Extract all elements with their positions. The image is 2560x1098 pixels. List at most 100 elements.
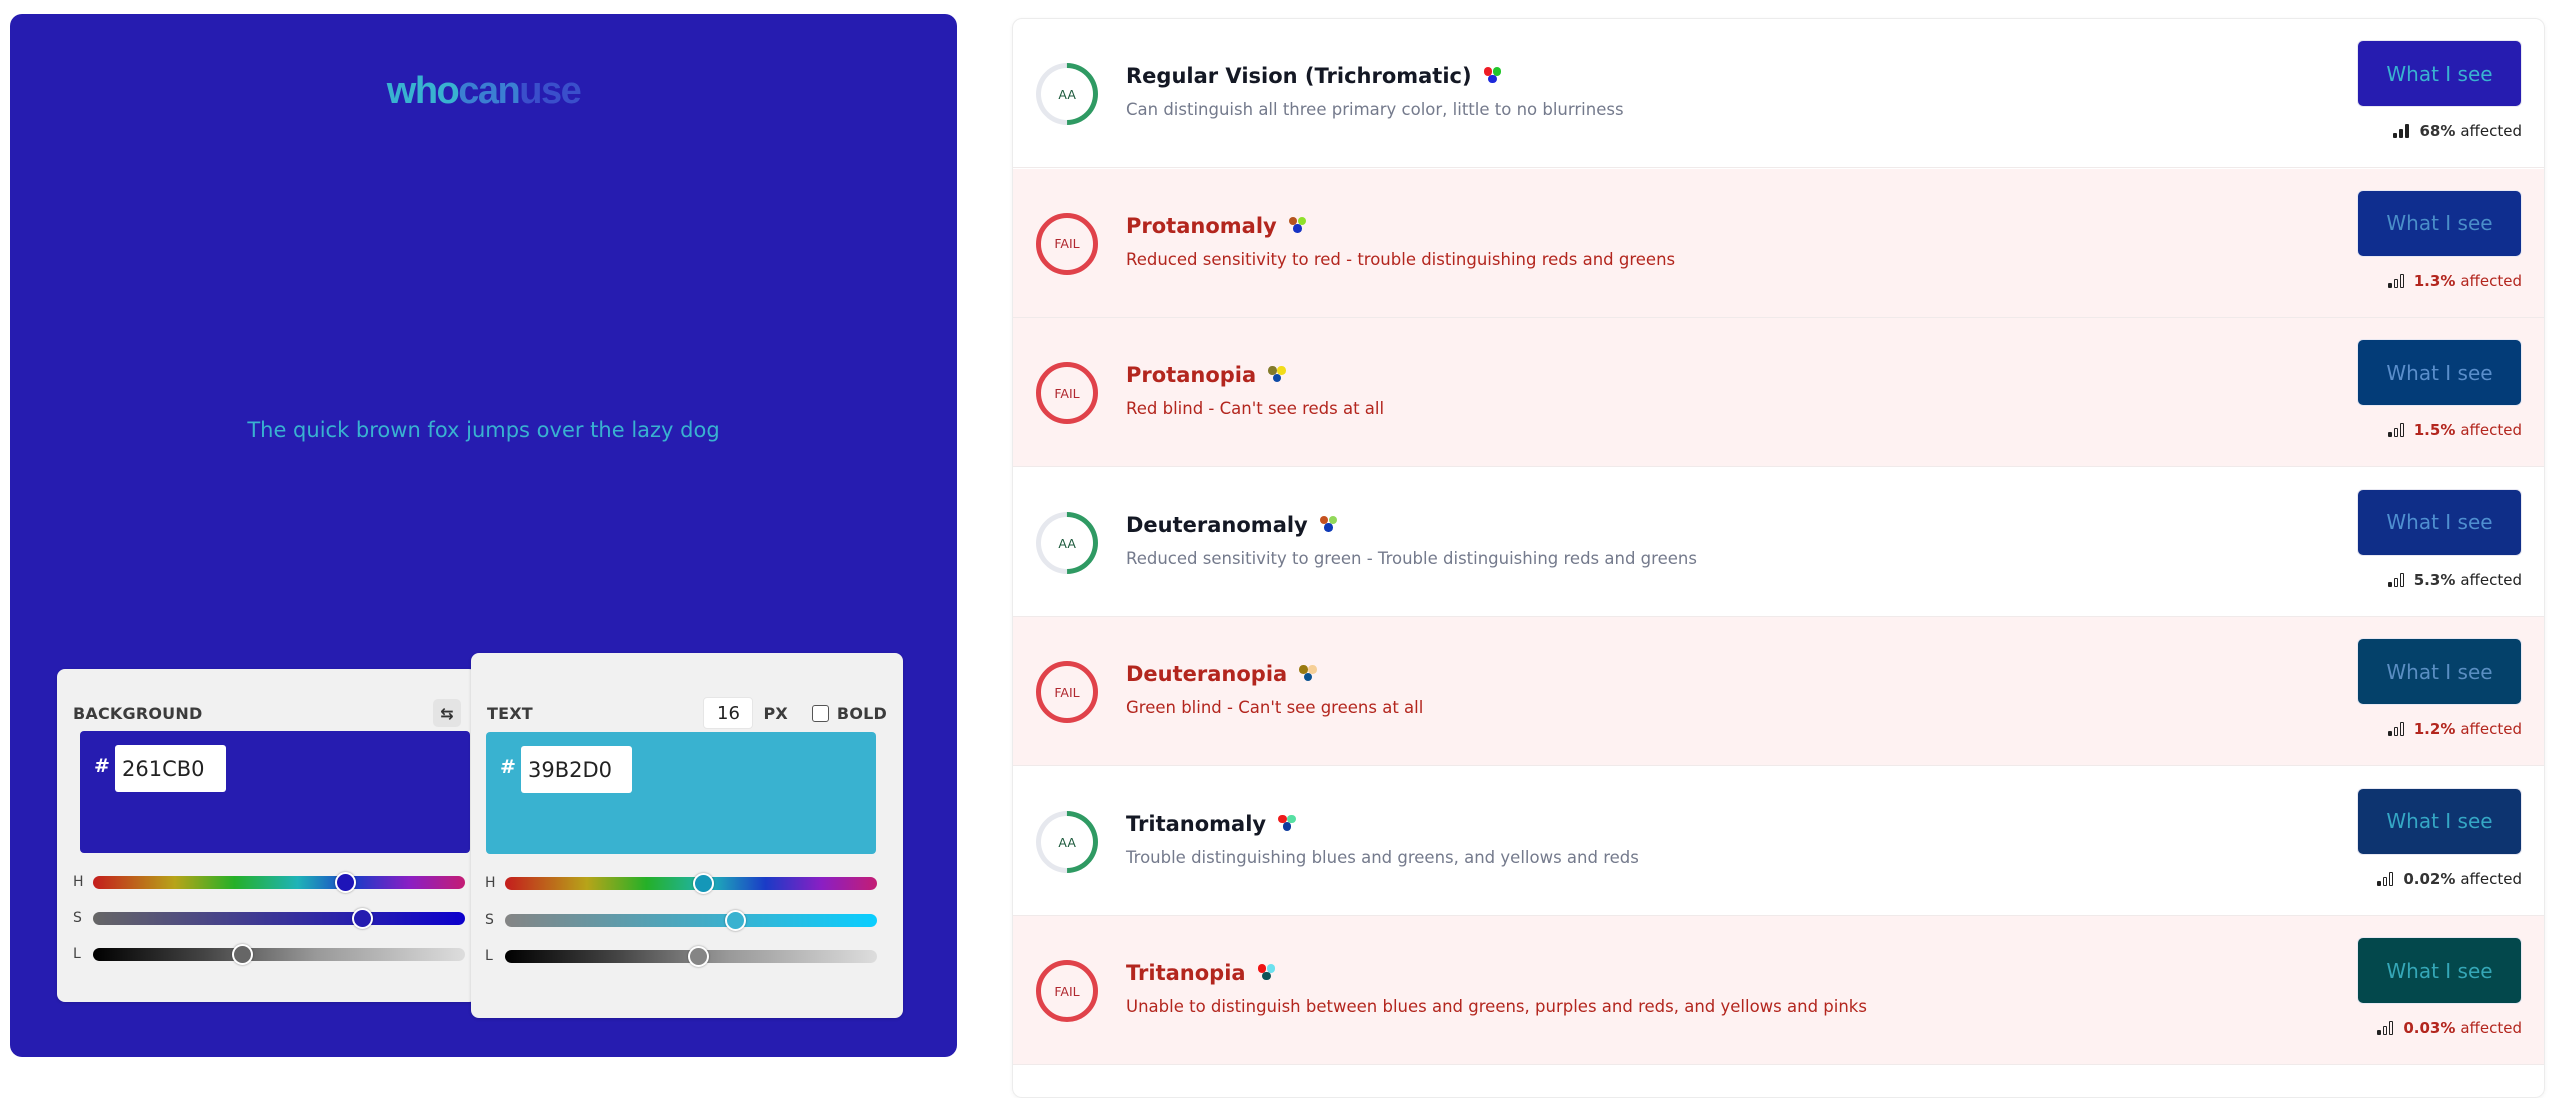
affected-stat: 5.3% affected	[2387, 570, 2522, 589]
affected-label: affected	[2460, 570, 2522, 589]
bold-label: BOLD	[836, 703, 887, 723]
what-i-see-button[interactable]: What I see	[2357, 339, 2522, 406]
color-dots-icon	[1268, 365, 1288, 385]
text-label: TEXT	[487, 703, 533, 723]
text-hue-slider[interactable]: H	[485, 872, 877, 894]
background-label: BACKGROUND	[73, 703, 203, 723]
affected-label: affected	[2460, 421, 2522, 439]
lightness-track[interactable]	[505, 945, 877, 967]
text-swatch: #	[486, 732, 876, 854]
logo-part-who: who	[386, 70, 460, 112]
hue-track[interactable]	[505, 872, 877, 894]
vision-type-name: Protanomaly	[1126, 213, 1277, 238]
affected-stat: 0.02% affected	[2377, 870, 2522, 888]
affected-label: affected	[2460, 122, 2522, 140]
vision-type-description: Trouble distinguishing blues and greens,…	[1126, 847, 1639, 867]
text-lightness-slider[interactable]: L	[485, 945, 877, 967]
affected-stat: 68% affected	[2393, 122, 2522, 140]
vision-type-name: Deuteranopia	[1126, 662, 1288, 686]
background-lightness-slider[interactable]: L	[73, 943, 465, 965]
affected-stat: 0.03% affected	[2377, 1019, 2522, 1037]
hue-thumb[interactable]	[693, 872, 715, 894]
background-saturation-slider[interactable]: S	[73, 907, 465, 929]
rating-label: FAIL	[1054, 983, 1080, 999]
background-hue-slider[interactable]: H	[73, 871, 465, 893]
vision-type-row: FAIL Protanomaly Reduced sensitivity to …	[1013, 168, 2544, 318]
app-logo[interactable]: whocanuse	[10, 70, 957, 113]
vision-type-title: Deuteranopia	[1126, 662, 1319, 686]
color-dot	[1262, 971, 1271, 980]
affected-stat: 1.5% affected	[2387, 421, 2522, 439]
bold-checkbox[interactable]	[811, 704, 829, 722]
what-i-see-button[interactable]: What I see	[2357, 937, 2522, 1004]
hue-track[interactable]	[93, 871, 465, 893]
vision-type-description: Reduced sensitivity to green - Trouble d…	[1126, 548, 1697, 568]
hue-thumb[interactable]	[334, 871, 356, 893]
hash-label: #	[94, 755, 110, 777]
rating-label: AA	[1058, 86, 1076, 102]
color-dot	[1308, 665, 1317, 674]
rating-badge: AA	[1023, 797, 1111, 886]
vision-type-description: Unable to distinguish between blues and …	[1126, 997, 1867, 1016]
signal-bars-icon	[2387, 572, 2404, 587]
vision-type-name: Regular Vision (Trichromatic)	[1126, 64, 1472, 88]
vision-type-name: Tritanopia	[1126, 961, 1246, 985]
vision-type-description: Reduced sensitivity to red - trouble dis…	[1126, 249, 1676, 269]
what-i-see-button[interactable]: What I see	[2357, 787, 2522, 855]
affected-percent: 68%	[2419, 122, 2456, 140]
what-i-see-button[interactable]: What I see	[2357, 488, 2522, 556]
affected-label: affected	[2460, 869, 2522, 888]
affected-percent: 0.02%	[2403, 869, 2456, 888]
text-color-picker: TEXT PX BOLD # H S L	[471, 653, 903, 1018]
signal-bars-icon	[2377, 871, 2394, 886]
color-dots-icon	[1257, 963, 1278, 983]
what-i-see-button[interactable]: What I see	[2357, 40, 2522, 107]
vision-type-row: AA Regular Vision (Trichromatic) Can dis…	[1013, 19, 2544, 168]
lightness-thumb[interactable]	[231, 943, 253, 965]
vision-type-title: Deuteranomaly	[1126, 513, 1340, 537]
rating-label: AA	[1058, 535, 1076, 551]
rating-badge: FAIL	[1036, 661, 1098, 723]
rating-label: FAIL	[1054, 385, 1080, 401]
text-hex-input[interactable]	[521, 746, 632, 793]
swap-colors-button[interactable]: ⇆	[433, 699, 461, 727]
saturation-thumb[interactable]	[725, 909, 747, 931]
color-dot	[1488, 74, 1497, 83]
hash-label: #	[500, 756, 516, 778]
vision-type-row: FAIL Protanopia Red blind - Can't see re…	[1013, 318, 2544, 467]
affected-label: affected	[2460, 720, 2522, 738]
rating-label: AA	[1058, 834, 1076, 850]
background-hex-input[interactable]	[115, 745, 226, 792]
background-swatch: #	[80, 731, 470, 853]
rating-badge: FAIL	[1036, 960, 1098, 1022]
affected-percent: 5.3%	[2413, 570, 2456, 589]
color-dots-icon	[1319, 515, 1340, 535]
lightness-thumb[interactable]	[688, 945, 710, 967]
what-i-see-button[interactable]: What I see	[2357, 638, 2522, 705]
vision-type-name: Protanopia	[1126, 363, 1257, 387]
rating-label: FAIL	[1054, 684, 1080, 700]
affected-percent: 1.2%	[2413, 720, 2456, 738]
affected-stat: 1.2% affected	[2387, 720, 2522, 738]
font-size-input[interactable]	[703, 697, 754, 729]
text-saturation-slider[interactable]: S	[485, 909, 877, 931]
what-i-see-button[interactable]: What I see	[2357, 189, 2522, 257]
hue-label: H	[73, 874, 84, 890]
sample-text: The quick brown fox jumps over the lazy …	[247, 418, 720, 442]
signal-bars-icon	[2377, 1021, 2394, 1035]
vision-type-row: AA Deuteranomaly Reduced sensitivity to …	[1013, 468, 2544, 617]
vision-type-description: Can distinguish all three primary color,…	[1126, 100, 1624, 119]
affected-label: affected	[2460, 271, 2522, 290]
saturation-track[interactable]	[93, 907, 465, 929]
saturation-label: S	[485, 912, 494, 928]
vision-type-description: Green blind - Can't see greens at all	[1126, 698, 1424, 717]
signal-bars-icon	[2387, 722, 2404, 736]
affected-stat: 1.3% affected	[2387, 271, 2522, 290]
hue-label: H	[485, 875, 496, 891]
vision-type-title: Tritanopia	[1126, 961, 1278, 985]
saturation-thumb[interactable]	[351, 907, 373, 929]
lightness-track[interactable]	[93, 943, 465, 965]
rating-badge: AA	[1023, 50, 1111, 138]
saturation-track[interactable]	[505, 909, 877, 931]
color-dots-icon	[1278, 814, 1298, 834]
